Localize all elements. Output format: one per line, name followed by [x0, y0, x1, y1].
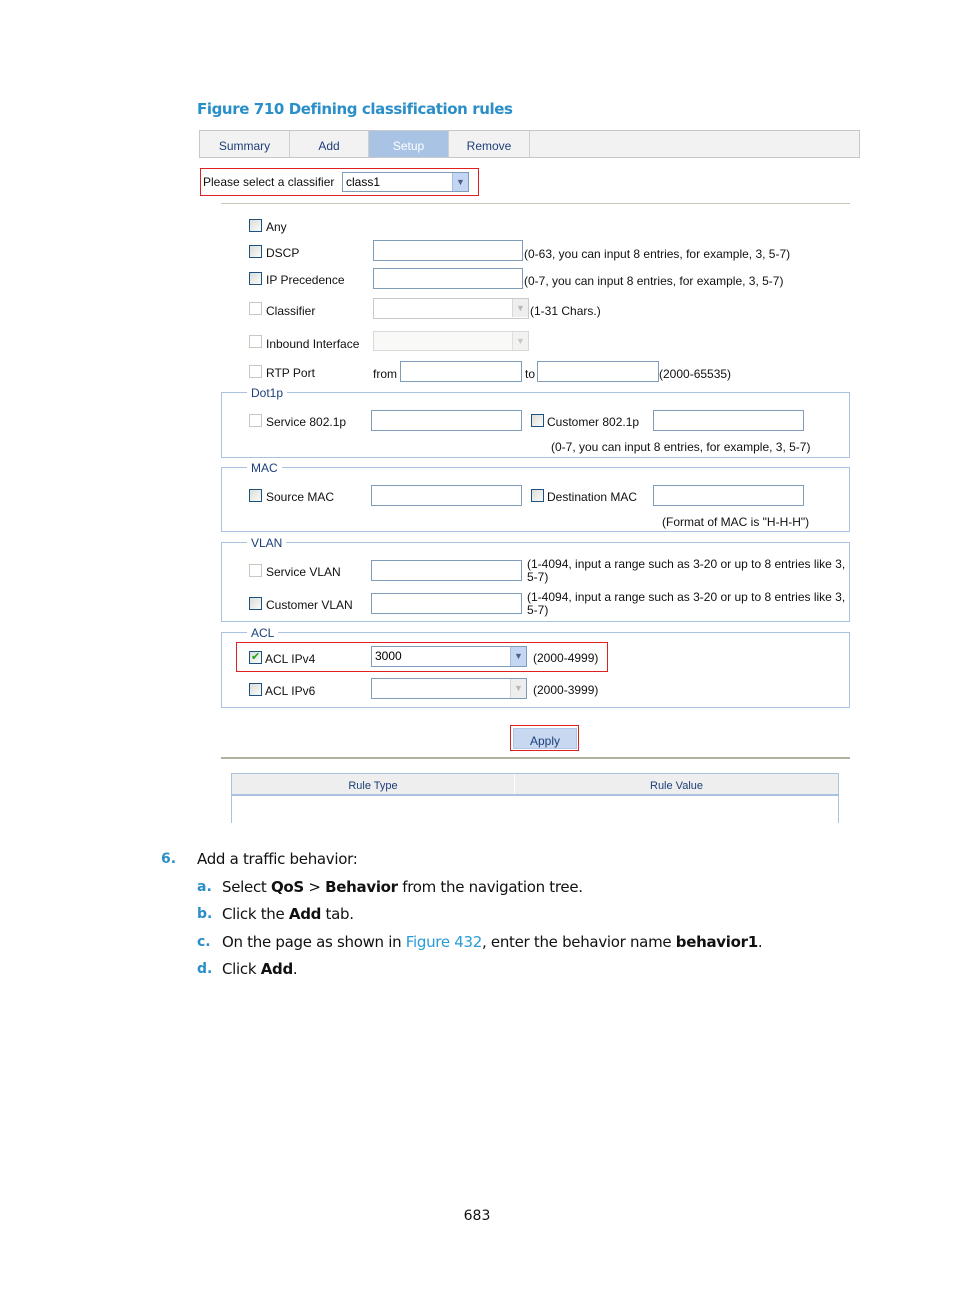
- acl-ipv4-checkbox[interactable]: [249, 650, 262, 664]
- rule-table: Rule Type Rule Value: [231, 773, 839, 823]
- mac-legend: MAC: [247, 461, 282, 475]
- rtp-from-input[interactable]: [400, 361, 522, 382]
- figure-title: Figure 710 Defining classification rules: [197, 100, 513, 118]
- ip-precedence-label: IP Precedence: [266, 273, 345, 287]
- figure-432-link[interactable]: Figure 432: [406, 933, 483, 951]
- vlan-legend: VLAN: [247, 536, 287, 550]
- dscp-checkbox[interactable]: [249, 245, 262, 258]
- rtp-to-input[interactable]: [537, 361, 659, 382]
- chevron-down-icon[interactable]: ▼: [510, 647, 526, 666]
- service-8021p-checkbox[interactable]: [249, 414, 262, 427]
- tab-setup[interactable]: Setup: [369, 131, 449, 157]
- substep-a-text: Select QoS > Behavior from the navigatio…: [222, 878, 583, 896]
- tab-remove[interactable]: Remove: [449, 131, 530, 157]
- inbound-interface-select[interactable]: ▼: [373, 331, 529, 351]
- rtp-to-label: to: [525, 367, 536, 381]
- ip-precedence-input[interactable]: [373, 268, 523, 289]
- step-text: Add a traffic behavior:: [197, 850, 358, 868]
- inbound-interface-label: Inbound Interface: [266, 337, 360, 351]
- acl-ipv4-value: 3000: [375, 649, 402, 663]
- rule-table-header: Rule Type Rule Value: [232, 774, 838, 796]
- acl-ipv4-select[interactable]: 3000 ▼: [371, 646, 527, 667]
- destination-mac-input[interactable]: [653, 485, 804, 506]
- tab-summary[interactable]: Summary: [200, 131, 290, 157]
- dot1p-legend: Dot1p: [247, 386, 288, 400]
- dscp-hint: (0-63, you can input 8 entries, for exam…: [524, 247, 791, 261]
- any-label: Any: [266, 220, 287, 234]
- any-checkbox[interactable]: [249, 219, 262, 232]
- divider: [221, 757, 850, 759]
- acl-legend: ACL: [247, 626, 279, 640]
- chevron-down-icon[interactable]: ▼: [512, 299, 528, 317]
- tab-bar: Summary Add Setup Remove: [199, 130, 860, 158]
- acl-ipv6-label: ACL IPv6: [265, 684, 316, 698]
- classifier-rule-select[interactable]: ▼: [373, 298, 529, 319]
- service-vlan-label: Service VLAN: [266, 565, 341, 579]
- classifier-checkbox[interactable]: [249, 302, 262, 315]
- customer-vlan-checkbox[interactable]: [249, 597, 262, 610]
- classifier-select-label: Please select a classifier: [203, 175, 335, 189]
- customer-8021p-checkbox[interactable]: [531, 414, 544, 427]
- mac-hint: (Format of MAC is "H-H-H"): [662, 515, 810, 529]
- substep-c-text: On the page as shown in Figure 432, ente…: [222, 933, 763, 951]
- column-rule-type[interactable]: Rule Type: [232, 774, 515, 794]
- customer-8021p-input[interactable]: [653, 410, 804, 431]
- classifier-select-value: class1: [346, 175, 381, 189]
- inbound-interface-checkbox[interactable]: [249, 335, 262, 348]
- source-mac-input[interactable]: [371, 485, 522, 506]
- substep-d-letter: d.: [197, 961, 213, 977]
- customer-vlan-input[interactable]: [371, 593, 522, 614]
- service-vlan-hint: (1-4094, input a range such as 3-20 or u…: [527, 557, 846, 584]
- rtp-from-label: from: [373, 367, 397, 381]
- chevron-down-icon[interactable]: ▼: [510, 679, 526, 698]
- substep-d-text: Click Add.: [222, 960, 298, 978]
- classifier-label: Classifier: [266, 304, 316, 318]
- destination-mac-label: Destination MAC: [547, 490, 638, 504]
- chevron-down-icon[interactable]: ▼: [452, 173, 468, 191]
- substep-c-letter: c.: [197, 934, 211, 950]
- customer-8021p-label: Customer 802.1p: [547, 415, 640, 429]
- customer-vlan-label: Customer VLAN: [266, 598, 353, 612]
- page-number: 683: [463, 1208, 491, 1224]
- dot1p-hint: (0-7, you can input 8 entries, for examp…: [551, 440, 811, 454]
- divider: [221, 203, 850, 204]
- acl-ipv6-checkbox[interactable]: [249, 683, 262, 696]
- column-rule-value[interactable]: Rule Value: [515, 774, 838, 794]
- ip-precedence-hint: (0-7, you can input 8 entries, for examp…: [524, 274, 784, 288]
- ip-precedence-checkbox[interactable]: [249, 272, 262, 285]
- tab-add[interactable]: Add: [290, 131, 369, 157]
- acl-ipv4-hint: (2000-4999): [533, 651, 599, 665]
- acl-ipv6-hint: (2000-3999): [533, 683, 599, 697]
- customer-vlan-hint: (1-4094, input a range such as 3-20 or u…: [527, 590, 846, 617]
- service-vlan-checkbox[interactable]: [249, 564, 262, 577]
- substep-b-letter: b.: [197, 906, 213, 922]
- source-mac-label: Source MAC: [266, 490, 335, 504]
- acl-ipv4-label: ACL IPv4: [265, 652, 316, 666]
- classifier-select[interactable]: class1 ▼: [342, 172, 469, 192]
- dscp-input[interactable]: [373, 240, 523, 261]
- rtp-port-hint: (2000-65535): [659, 367, 732, 381]
- apply-button[interactable]: Apply: [513, 728, 577, 749]
- service-8021p-label: Service 802.1p: [266, 415, 347, 429]
- service-8021p-input[interactable]: [371, 410, 522, 431]
- destination-mac-checkbox[interactable]: [531, 489, 544, 502]
- acl-ipv6-select[interactable]: ▼: [371, 678, 527, 699]
- substep-a-letter: a.: [197, 879, 212, 895]
- dscp-label: DSCP: [266, 246, 300, 260]
- service-vlan-input[interactable]: [371, 560, 522, 581]
- step-number: 6.: [161, 851, 177, 867]
- source-mac-checkbox[interactable]: [249, 489, 262, 502]
- chevron-down-icon[interactable]: ▼: [512, 332, 528, 350]
- rtp-port-checkbox[interactable]: [249, 365, 262, 378]
- substep-b-text: Click the Add tab.: [222, 905, 354, 923]
- classifier-hint: (1-31 Chars.): [530, 304, 601, 318]
- rtp-port-label: RTP Port: [266, 366, 315, 380]
